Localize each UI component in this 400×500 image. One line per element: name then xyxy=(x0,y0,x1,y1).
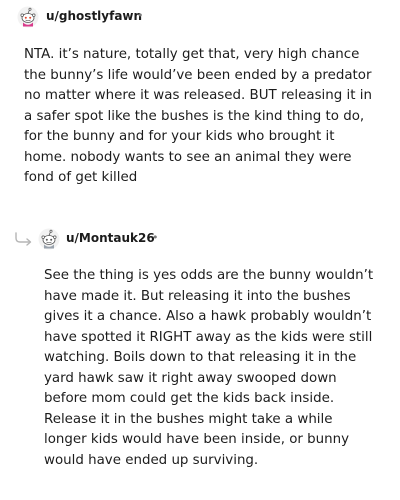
comment-reply: u/Montauk26 • See the thing is yes odds … xyxy=(0,228,400,468)
comment-header: u/ghostlyfawn • xyxy=(0,6,400,30)
comment: u/ghostlyfawn • NTA. it’s nature, totall… xyxy=(0,6,400,185)
username[interactable]: u/ghostlyfawn xyxy=(46,9,142,23)
comment-body: See the thing is yes odds are the bunny … xyxy=(44,268,374,468)
comment-header: u/Montauk26 • xyxy=(0,228,400,252)
comment-body: NTA. it’s nature, totally get that, very… xyxy=(24,47,372,185)
username[interactable]: u/Montauk26 xyxy=(66,231,155,245)
reply-arrow-icon xyxy=(15,232,32,246)
separator-dot: • xyxy=(152,231,159,244)
separator-dot: • xyxy=(137,9,144,22)
snoo-avatar-icon[interactable] xyxy=(38,228,60,250)
snoo-avatar-icon[interactable] xyxy=(17,6,39,28)
